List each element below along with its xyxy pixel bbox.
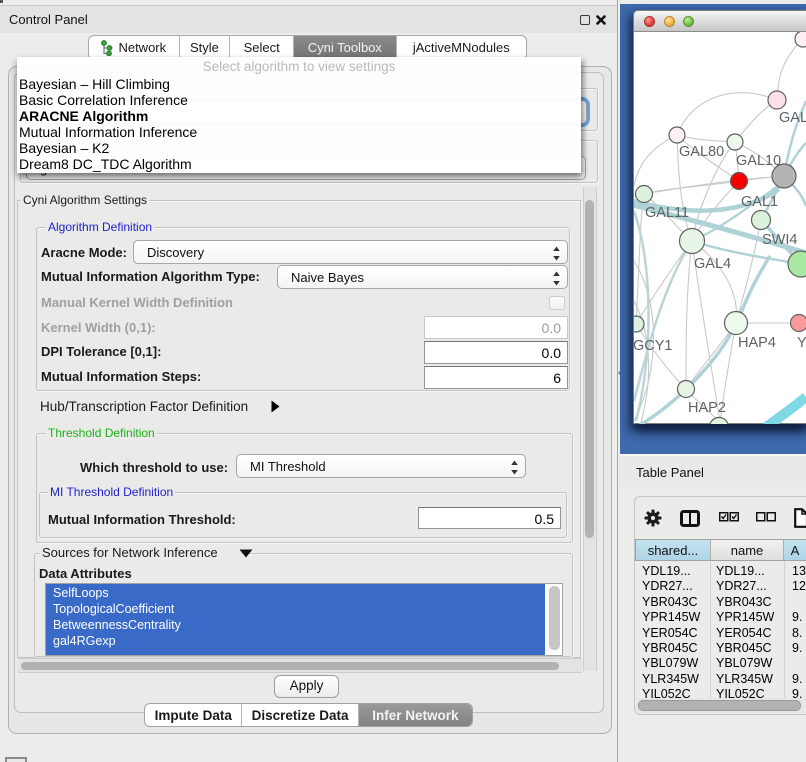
svg-text:GAL1: GAL1 (741, 194, 778, 210)
svg-text:SWI4: SWI4 (762, 232, 797, 248)
svg-text:HAP2: HAP2 (688, 400, 726, 416)
svg-text:GAL11: GAL11 (645, 205, 689, 221)
svg-text:GAL2: GAL2 (779, 110, 806, 126)
svg-text:GAL4: GAL4 (694, 256, 731, 272)
svg-text:GAL80: GAL80 (679, 144, 724, 160)
svg-text:Y: Y (797, 335, 806, 351)
svg-text:GCY1: GCY1 (634, 338, 673, 354)
svg-text:HAP4: HAP4 (738, 335, 776, 351)
svg-text:GAL10: GAL10 (736, 153, 781, 169)
